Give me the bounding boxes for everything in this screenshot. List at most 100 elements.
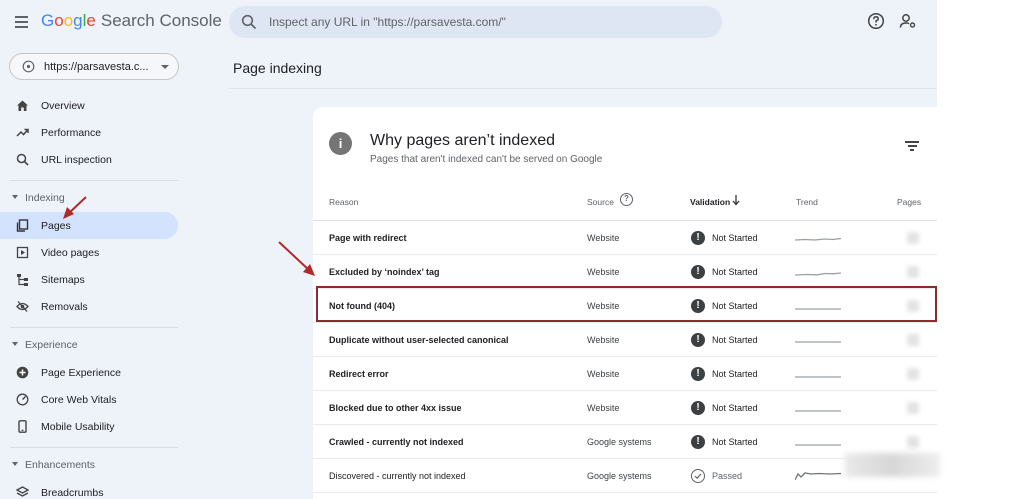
column-header-source[interactable]: Source bbox=[587, 197, 614, 207]
eye-off-icon bbox=[16, 301, 29, 312]
row-validation: Passed bbox=[712, 471, 743, 481]
row-source: Website bbox=[587, 335, 620, 345]
layers-icon bbox=[16, 486, 29, 497]
redacted-count bbox=[907, 232, 919, 244]
sidebar-section-experience[interactable]: Experience bbox=[0, 336, 178, 354]
help-icon[interactable]: ? bbox=[620, 193, 633, 206]
redacted-count bbox=[907, 334, 919, 346]
redacted-count bbox=[907, 436, 919, 448]
alert-icon: ! bbox=[691, 367, 705, 381]
trend-sparkline bbox=[795, 444, 841, 446]
sidebar-section-enhancements[interactable]: Enhancements bbox=[0, 456, 178, 474]
sidebar-item-sitemaps[interactable]: Sitemaps bbox=[0, 266, 178, 293]
url-inspection-search[interactable] bbox=[229, 6, 722, 38]
chevron-down-icon bbox=[12, 195, 18, 199]
gauge-icon bbox=[16, 393, 29, 406]
plus-circle-icon bbox=[16, 366, 29, 379]
sidebar-item-label: Overview bbox=[41, 100, 85, 112]
section-label: Indexing bbox=[25, 192, 65, 204]
trend-sparkline bbox=[795, 272, 841, 276]
main-menu-button[interactable] bbox=[12, 12, 32, 32]
highlight-box-not-found-row bbox=[316, 286, 937, 322]
search-console-app: GoogleSearch Console https://parsavesta.… bbox=[0, 0, 937, 499]
chevron-down-icon bbox=[161, 65, 169, 69]
row-reason: Crawled - currently not indexed bbox=[329, 437, 464, 447]
alert-icon: ! bbox=[691, 265, 705, 279]
phone-icon bbox=[18, 420, 27, 433]
column-header-validation[interactable]: Validation bbox=[690, 197, 730, 207]
sidebar-item-label: Pages bbox=[41, 220, 71, 232]
sitemap-icon bbox=[17, 274, 28, 286]
row-reason: Excluded by ‘noindex’ tag bbox=[329, 267, 440, 277]
redacted-count bbox=[907, 402, 919, 414]
row-validation: Not Started bbox=[712, 403, 758, 413]
table-row[interactable]: Excluded by ‘noindex’ tag Website ! Not … bbox=[313, 255, 937, 289]
product-name: Search Console bbox=[100, 11, 222, 30]
table-row[interactable]: Redirect error Website ! Not Started bbox=[313, 357, 937, 391]
table-row[interactable]: Blocked due to other 4xx issue Website !… bbox=[313, 391, 937, 425]
row-reason: Duplicate without user-selected canonica… bbox=[329, 335, 509, 345]
manage-users-icon[interactable] bbox=[899, 12, 917, 30]
alert-icon: ! bbox=[691, 231, 705, 245]
section-label: Experience bbox=[25, 339, 78, 351]
sidebar-item-removals[interactable]: Removals bbox=[0, 293, 178, 320]
property-label: https://parsavesta.c... bbox=[44, 61, 149, 73]
chevron-down-icon bbox=[12, 342, 18, 346]
sidebar-divider bbox=[10, 180, 178, 181]
info-icon: i bbox=[329, 132, 352, 155]
row-reason: Discovered - currently not indexed bbox=[329, 471, 466, 481]
sidebar-item-label: Performance bbox=[41, 127, 102, 139]
sidebar-item-video-pages[interactable]: Video pages bbox=[0, 239, 178, 266]
table-row[interactable]: Duplicate without user-selected canonica… bbox=[313, 323, 937, 357]
card-title: Why pages aren’t indexed bbox=[370, 132, 555, 149]
title-divider bbox=[229, 88, 937, 89]
trend-sparkline bbox=[795, 410, 841, 412]
trend-sparkline bbox=[795, 341, 841, 343]
table-row[interactable]: Crawled - currently not indexed Google s… bbox=[313, 425, 937, 459]
table-row[interactable]: Discovered - currently not indexed Googl… bbox=[313, 459, 937, 493]
search-input[interactable] bbox=[269, 12, 709, 32]
redacted-count bbox=[907, 266, 919, 278]
pages-icon bbox=[16, 219, 29, 232]
card-subtitle: Pages that aren't indexed can't be serve… bbox=[370, 154, 603, 165]
row-validation: Not Started bbox=[712, 335, 758, 345]
property-selector[interactable]: https://parsavesta.c... bbox=[9, 53, 179, 80]
sidebar-item-page-experience[interactable]: Page Experience bbox=[0, 359, 178, 386]
video-icon bbox=[16, 246, 29, 259]
sidebar-item-url-inspection[interactable]: URL inspection bbox=[0, 146, 178, 173]
alert-icon: ! bbox=[691, 435, 705, 449]
sidebar-item-core-web-vitals[interactable]: Core Web Vitals bbox=[0, 386, 178, 413]
sidebar-item-label: URL inspection bbox=[41, 154, 112, 166]
help-icon[interactable] bbox=[867, 12, 885, 30]
sidebar-item-performance[interactable]: Performance bbox=[0, 119, 178, 146]
row-source: Website bbox=[587, 403, 620, 413]
page-title: Page indexing bbox=[233, 60, 322, 76]
row-validation: Not Started bbox=[712, 267, 758, 277]
sidebar-item-label: Mobile Usability bbox=[41, 421, 115, 433]
google-wordmark: Google bbox=[41, 11, 96, 30]
row-reason: Redirect error bbox=[329, 369, 389, 379]
row-reason: Blocked due to other 4xx issue bbox=[329, 403, 462, 413]
row-source: Google systems bbox=[587, 437, 652, 447]
sidebar-item-overview[interactable]: Overview bbox=[0, 92, 178, 119]
sidebar-item-label: Sitemaps bbox=[41, 274, 85, 286]
sidebar-item-label: Core Web Vitals bbox=[41, 394, 117, 406]
row-source: Website bbox=[587, 233, 620, 243]
google-search-console-logo[interactable]: Google Search Console bbox=[41, 11, 222, 31]
home-icon bbox=[17, 100, 28, 111]
sidebar-item-pages[interactable]: Pages bbox=[0, 212, 178, 239]
sidebar-item-label: Page Experience bbox=[41, 367, 121, 379]
row-validation: Not Started bbox=[712, 233, 758, 243]
globe-icon bbox=[22, 60, 35, 73]
table-row[interactable]: Page with redirect Website ! Not Started bbox=[313, 221, 937, 255]
filter-icon[interactable] bbox=[905, 140, 919, 152]
sort-down-icon[interactable] bbox=[731, 193, 741, 207]
sidebar-section-indexing[interactable]: Indexing bbox=[0, 189, 178, 207]
search-icon bbox=[241, 14, 257, 30]
check-circle-icon bbox=[691, 469, 705, 483]
trend-sparkline bbox=[795, 472, 841, 481]
sidebar-item-mobile-usability[interactable]: Mobile Usability bbox=[0, 413, 178, 440]
alert-icon: ! bbox=[691, 333, 705, 347]
sidebar-item-breadcrumbs[interactable]: Breadcrumbs bbox=[0, 479, 178, 499]
page-margin bbox=[937, 0, 1024, 499]
